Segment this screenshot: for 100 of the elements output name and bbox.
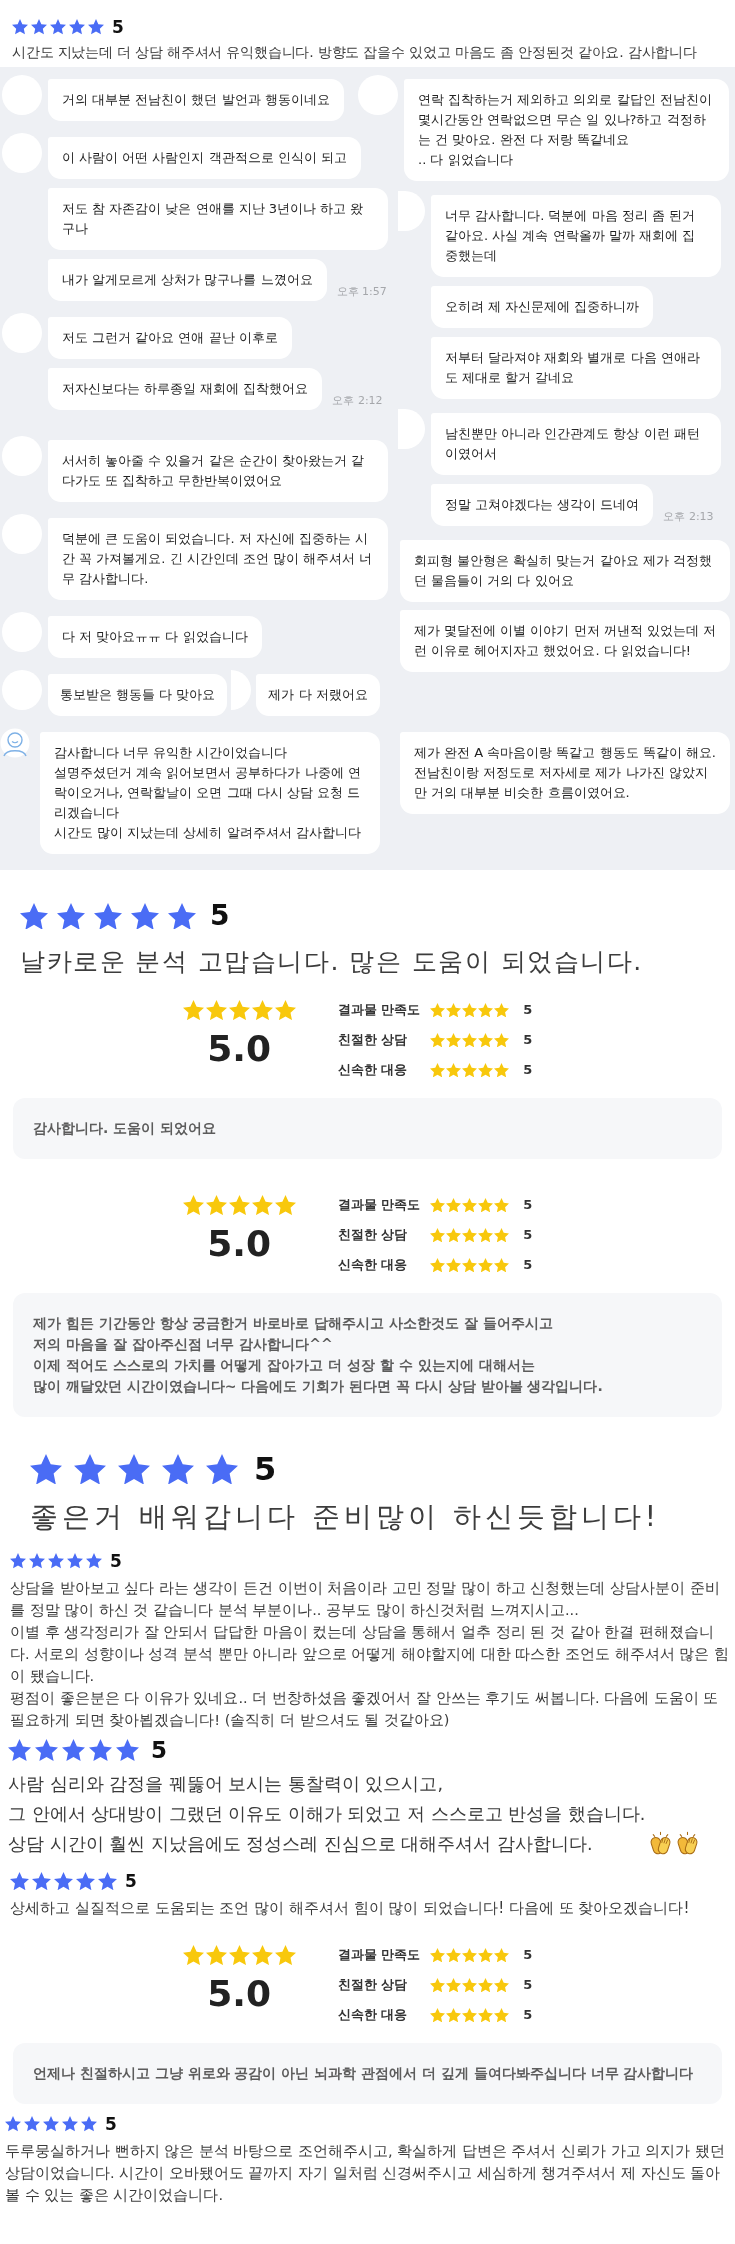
star-icon [494,1947,510,1963]
rating-score: 5 [254,1451,277,1487]
review-headline: 날카로운 분석 고맙습니다. 많은 도움이 되었습니다. [20,947,643,976]
criterion-label: 친절한 상담 [337,1976,409,1994]
person-avatar-icon [0,728,30,758]
star-icon [462,1002,478,1018]
average-score: 5.0 [207,1222,272,1267]
star-icon [446,1227,462,1243]
chat-bubble: 내가 알게모르게 상처가 많구나를 느꼈어요 [48,259,327,301]
star-icon [494,1257,510,1273]
message-time: 오후 2:13 [663,510,714,525]
star-icon [430,1947,446,1963]
star-icon [251,1945,273,1966]
star-icon [162,1453,194,1485]
star-icon [116,1739,139,1761]
chat-bubble: 저도 그런거 같아요 연애 끝난 이후로 [48,317,292,359]
star-icon [462,2007,478,2023]
chat-bubble: 통보받은 행동들 다 맞아요 [48,674,228,716]
average-score: 5.0 [207,1972,272,2017]
star-icon [10,1553,26,1569]
star-icon [478,1227,494,1243]
star-icon [462,1062,478,1078]
star-icon [446,1947,462,1963]
star-icon [205,1000,227,1021]
star-icon [446,1032,462,1048]
criterion-label: 친절한 상담 [337,1226,409,1244]
star-icon [462,1977,478,1993]
review-comment: 제가 힘든 기간동안 항상 궁금한거 바로바로 답해주시고 사소한것도 잘 들어주시고 저의 마음을 잘 잡아주신점 너무 감사합니다^^ 이제 적어도 스스로의 가치를 어떻게 잡아가고 더 성장 할 수 있는지에 대해서는 많이 깨달았던 시간이였습니다~ 다음에도 기회가 된다면 꼭 다시 상담 받아볼 생각입니다. [13,1293,722,1417]
star-icon [74,1453,106,1485]
star-icon [462,1257,478,1273]
chat-bubble: 오히려 제 자신문제에 집중하니까 [431,286,654,328]
criterion-label: 신속한 대응 [337,1256,409,1274]
star-icon [35,1739,58,1761]
star-icon [462,1197,478,1213]
review-text: 시간도 지났는데 더 상담 해주셔서 유익했습니다. 방향도 잡을수 있었고 마음도 좀 안정된것 같아요. 감사합니다 [12,44,697,60]
criterion-score: 5 [523,1001,533,1019]
chat-bubble: 감사합니다 너무 유익한 시간이었습니다 설명주셨던거 계속 읽어보면서 공부하다가 나중에 연락이오거나, 연락할날이 오면 그때 다시 상담 요청 드리겠습니다 시간도 많이 지났는데 상세히 알려주셔서 감사합니다 [40,732,380,854]
review-headline: 좋은거 배워갑니다 준비많이 하신듯합니다! [30,1500,660,1533]
star-icon [54,1871,73,1891]
chat-bubble: 제가 몇달전에 이별 이야기 먼저 꺼낸적 있었는데 저런 이유로 헤어지자고 했었어요. 다 읽었습니다! [400,610,730,672]
rating-score: 5 [125,1871,137,1891]
star-icon [228,1000,250,1021]
star-icon [12,19,28,35]
review-text: 사람 심리와 감정을 꿰뚫어 보시는 통찰력이 있으시고, 그 안에서 상대방이 그랬던 이유도 이해가 되었고 저 스스로고 반성을 했습니다. 상담 시간이 훨씬 지났음에도 정성스레 진심으로 대해주셔서 감사합니다. [8,1773,646,1856]
star-icon [94,902,122,930]
chat-bubble: 이 사람이 어떤 사람인지 객관적으로 인식이 되고 [48,137,361,179]
star-icon [430,2007,446,2023]
review-text: 상담을 받아보고 싶다 라는 생각이 든건 이번이 처음이라 고민 정말 많이 하고 신청했는데 상담사분이 준비를 정말 많이 하신 것 같습니다 분석 부분이나.. 공부도 많이 하신것처럼 느껴지시고... 이별 후 생각정리가 잘 안되서 답답한 마음이 컸는데 상담을 통해서 얼추 정리 된 것 같아 한결 편해졌습니다. 서로의 성향이나 성격 분석 뿐만 아니라 앞으로 어떻게 해야할지에 대한 따스한 조언도 해주셔서 많은 힘이 됐습니다. 평점이 좋은분은 다 이유가 있네요.. 더 번창하셨음 좋겠어서 잘 안쓰는 후기도 써봅니다. 다음에 도움이 또 필요하게 되면 찾아뵙겠습니다! (솔직히 더 받으셔도 될 것같아요) [10,1580,729,1728]
star-icon [478,1062,494,1078]
star-icon [446,1197,462,1213]
star-icon [494,1062,510,1078]
star-icon [32,1871,51,1891]
star-icon [30,1453,62,1485]
review-comment: 감사합니다. 도움이 되었어요 [13,1098,722,1159]
clapping-hands-icon [676,1831,700,1856]
star-icon [494,1977,510,1993]
criterion-score: 5 [523,1196,533,1214]
criterion-label: 결과물 만족도 [337,1001,421,1019]
star-icon [43,2116,59,2132]
chat-bubble: 덕분에 큰 도움이 되었습니다. 저 자신에 집중하는 시간 꼭 가져볼게요. 긴 시간인데 조언 많이 해주셔서 너무 감사합니다. [48,518,388,600]
star-icon [228,1195,250,1216]
rating-score: 5 [105,2114,117,2134]
rating-score: 5 [210,900,230,932]
chat-bubble: 회피형 불안형은 확실히 맞는거 같아요 제가 걱정했던 물음들이 거의 다 있어요 [400,540,730,602]
star-icon [98,1871,117,1891]
star-icon [205,1195,227,1216]
star-icon [118,1453,150,1485]
star-icon [86,1553,102,1569]
chat-bubble: 거의 대부분 전남친이 했던 발언과 행동이네요 [48,79,344,121]
star-icon [31,19,47,35]
star-icon [494,1227,510,1243]
average-score: 5.0 [207,1027,272,1072]
star-icon [89,1739,112,1761]
star-icon [205,1945,227,1966]
star-icon [478,1947,494,1963]
chat-bubble: 남친뿐만 아니라 인간관계도 항상 이런 패턴이였어서 [431,413,721,475]
star-icon [182,1000,204,1021]
star-icon [274,1945,296,1966]
chat-bubble: 저도 참 자존감이 낮은 연애를 지난 3년이나 하고 왔구나 [48,188,388,250]
star-icon [430,1977,446,1993]
star-icon [57,902,85,930]
criterion-score: 5 [523,1061,533,1079]
star-icon [69,19,85,35]
star-icon [62,1739,85,1761]
star-icon [462,1227,478,1243]
chat-bubble: 서서히 놓아줄 수 있을거 같은 순간이 찾아왔는거 같다가도 또 집착하고 무한반복이였어요 [48,440,388,502]
star-icon [10,1871,29,1891]
star-icon [446,1257,462,1273]
criterion-score: 5 [523,1976,533,1994]
star-icon [430,1032,446,1048]
chat-bubble: 제가 완전 A 속마음이랑 똑같고 행동도 똑같이 해요. 전남친이랑 저정도로 저자세로 제가 나가진 않았지만 거의 대부분 비슷한 흐름이였어요. [400,732,730,814]
chat-bubble: 저부터 달라져야 재회와 별개로 다음 연애라도 제대로 할거 갈네요 [431,337,721,399]
review-text: 상세하고 실질적으로 도움되는 조언 많이 해주셔서 힘이 많이 되었습니다! 다음에 또 찾아오겠습니다! [10,1899,690,1917]
star-icon [430,1257,446,1273]
star-icon [462,1032,478,1048]
star-icon [430,1062,446,1078]
star-icon [20,902,48,930]
star-icon [50,19,66,35]
star-icon [478,1002,494,1018]
star-icon [430,1227,446,1243]
